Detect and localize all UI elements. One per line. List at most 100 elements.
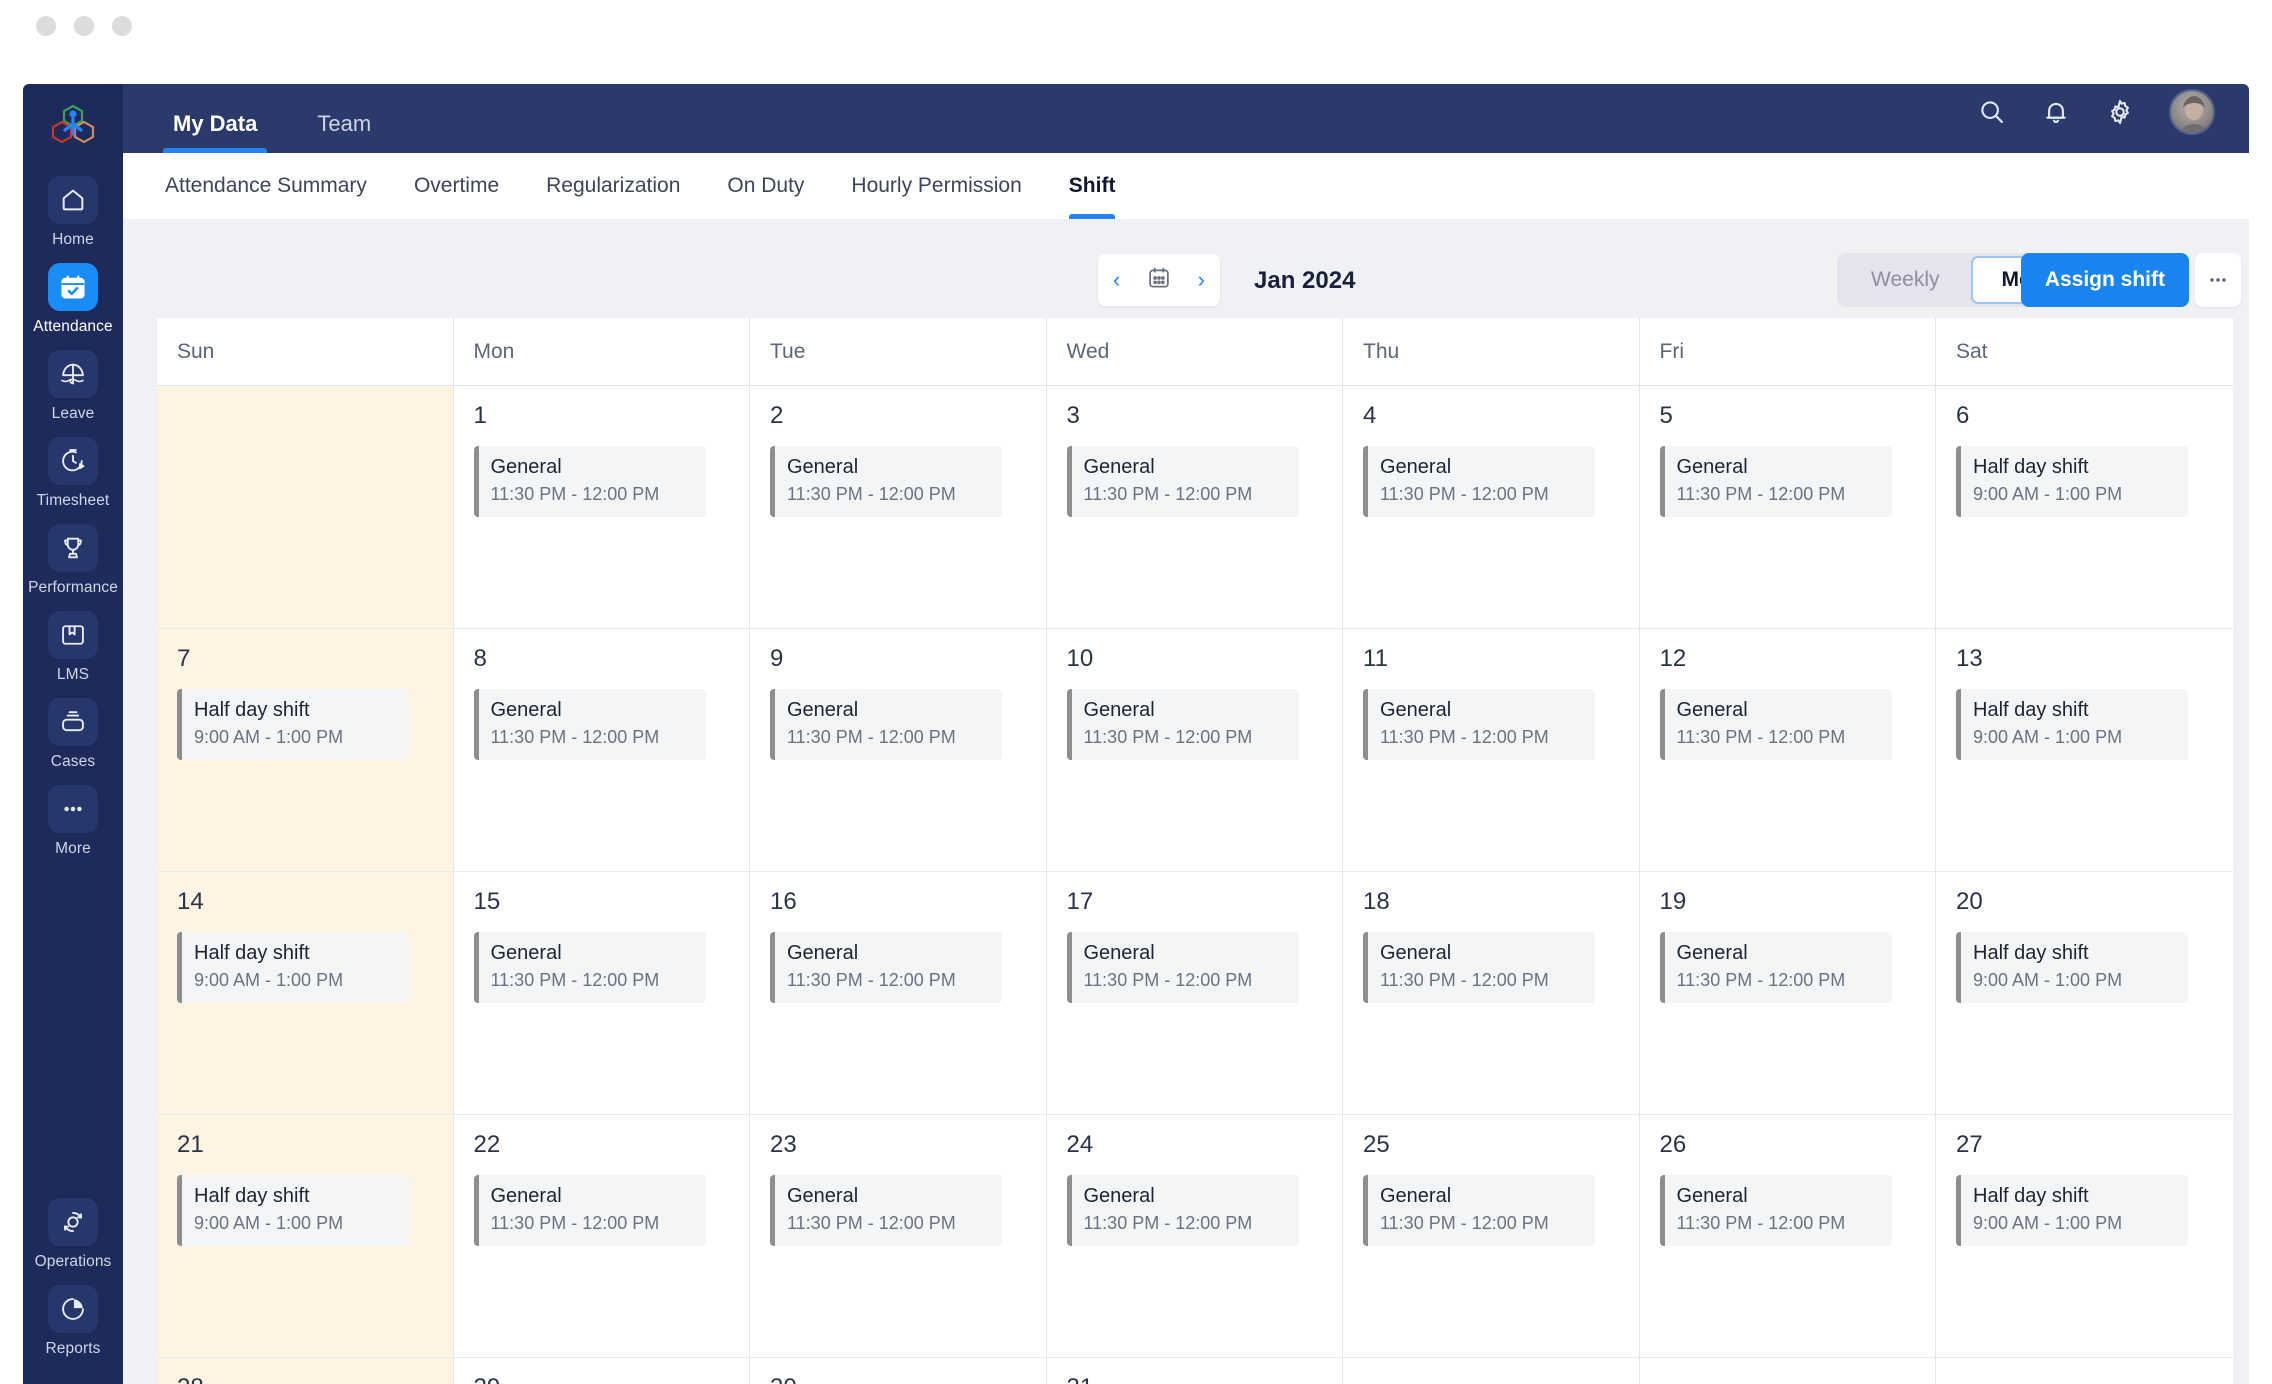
calendar-day-cell[interactable]: 30 [750, 1358, 1047, 1384]
shift-card[interactable]: General 11:30 PM - 12:00 PM [1363, 932, 1595, 1003]
sidebar-item-reports[interactable]: Reports [23, 1285, 123, 1358]
calendar-day-cell[interactable]: 20 Half day shift 9:00 AM - 1:00 PM [1936, 872, 2233, 1115]
calendar-day-cell[interactable] [1343, 1358, 1640, 1384]
calendar-day-cell[interactable]: 28 [157, 1358, 454, 1384]
sidebar-item-timesheet[interactable]: Timesheet [23, 437, 123, 510]
shift-card[interactable]: Half day shift 9:00 AM - 1:00 PM [177, 932, 409, 1003]
calendar-day-cell[interactable]: 3 General 11:30 PM - 12:00 PM [1046, 386, 1343, 629]
user-avatar[interactable] [2169, 89, 2215, 135]
calendar-day-cell[interactable]: 9 General 11:30 PM - 12:00 PM [750, 629, 1047, 872]
view-weekly-button[interactable]: Weekly [1840, 256, 1970, 304]
shift-name: Half day shift [1973, 456, 2089, 478]
calendar-day-cell[interactable]: 27 Half day shift 9:00 AM - 1:00 PM [1936, 1115, 2233, 1358]
shift-card[interactable]: General 11:30 PM - 12:00 PM [1659, 1175, 1892, 1246]
search-icon[interactable] [1977, 97, 2007, 127]
tab-team[interactable]: Team [307, 111, 381, 153]
calendar-day-cell[interactable]: 17 General 11:30 PM - 12:00 PM [1046, 872, 1343, 1115]
shift-card[interactable]: General 11:30 PM - 12:00 PM [1659, 446, 1892, 517]
shift-card[interactable]: General 11:30 PM - 12:00 PM [1066, 689, 1299, 760]
shift-card[interactable]: General 11:30 PM - 12:00 PM [1659, 932, 1892, 1003]
shift-card[interactable]: General 11:30 PM - 12:00 PM [1066, 446, 1299, 517]
shift-card[interactable]: General 11:30 PM - 12:00 PM [1363, 1175, 1595, 1246]
calendar-day-cell[interactable]: 13 Half day shift 9:00 AM - 1:00 PM [1936, 629, 2233, 872]
calendar-icon[interactable] [1146, 265, 1172, 296]
shift-card[interactable]: General 11:30 PM - 12:00 PM [1066, 1175, 1299, 1246]
sidebar-item-leave[interactable]: Leave [23, 350, 123, 423]
previous-month-button[interactable]: ‹ [1113, 269, 1120, 291]
shift-card[interactable]: General 11:30 PM - 12:00 PM [770, 689, 1002, 760]
shift-card[interactable]: Half day shift 9:00 AM - 1:00 PM [177, 1175, 409, 1246]
shift-card[interactable]: General 11:30 PM - 12:00 PM [473, 932, 706, 1003]
shift-card[interactable]: General 11:30 PM - 12:00 PM [1066, 932, 1299, 1003]
shift-card[interactable]: General 11:30 PM - 12:00 PM [473, 689, 706, 760]
shift-card[interactable]: General 11:30 PM - 12:00 PM [473, 1175, 706, 1246]
brand-logo-icon[interactable] [46, 100, 100, 154]
assign-shift-button[interactable]: Assign shift [2020, 253, 2189, 307]
day-number: 10 [1066, 645, 1094, 672]
calendar-day-cell[interactable] [1639, 1358, 1936, 1384]
calendar-day-cell[interactable]: 6 Half day shift 9:00 AM - 1:00 PM [1936, 386, 2233, 629]
shift-card[interactable]: General 11:30 PM - 12:00 PM [770, 446, 1002, 517]
sidebar-item-attendance[interactable]: Attendance [23, 263, 123, 336]
calendar-day-cell[interactable]: 11 General 11:30 PM - 12:00 PM [1343, 629, 1640, 872]
calendar-day-cell[interactable]: 2 General 11:30 PM - 12:00 PM [750, 386, 1047, 629]
subtab-on-duty[interactable]: On Duty [727, 153, 804, 219]
calendar-day-cell[interactable]: 4 General 11:30 PM - 12:00 PM [1343, 386, 1640, 629]
subtab-regularization[interactable]: Regularization [546, 153, 680, 219]
maximize-window-button[interactable] [112, 16, 132, 36]
sidebar-item-lms[interactable]: LMS [23, 611, 123, 684]
minimize-window-button[interactable] [74, 16, 94, 36]
sidebar-item-home[interactable]: Home [23, 176, 123, 249]
calendar-day-cell[interactable]: 12 General 11:30 PM - 12:00 PM [1639, 629, 1936, 872]
calendar-day-cell[interactable]: 31 [1046, 1358, 1343, 1384]
shift-card[interactable]: General 11:30 PM - 12:00 PM [770, 932, 1002, 1003]
sidebar-item-performance[interactable]: Performance [23, 524, 123, 597]
calendar-day-cell[interactable]: 23 General 11:30 PM - 12:00 PM [750, 1115, 1047, 1358]
subtab-overtime[interactable]: Overtime [414, 153, 499, 219]
tab-my-data[interactable]: My Data [163, 111, 268, 153]
notification-bell-icon[interactable] [2041, 97, 2071, 127]
calendar-day-cell[interactable]: 29 [453, 1358, 750, 1384]
calendar-day-cell[interactable]: 21 Half day shift 9:00 AM - 1:00 PM [157, 1115, 454, 1358]
shift-name: Half day shift [194, 1185, 310, 1207]
shift-card[interactable]: Half day shift 9:00 AM - 1:00 PM [1956, 446, 2188, 517]
shift-time: 11:30 PM - 12:00 PM [1380, 1213, 1549, 1233]
subtab-attendance-summary[interactable]: Attendance Summary [165, 153, 367, 219]
calendar-day-cell[interactable]: 24 General 11:30 PM - 12:00 PM [1046, 1115, 1343, 1358]
shift-card[interactable]: Half day shift 9:00 AM - 1:00 PM [1956, 932, 2188, 1003]
shift-card[interactable]: Half day shift 9:00 AM - 1:00 PM [1956, 689, 2188, 760]
toolbar-more-options-button[interactable] [2195, 253, 2241, 307]
shift-card[interactable]: Half day shift 9:00 AM - 1:00 PM [1956, 1175, 2188, 1246]
calendar-day-cell[interactable]: 5 General 11:30 PM - 12:00 PM [1639, 386, 1936, 629]
calendar-day-cell[interactable]: 19 General 11:30 PM - 12:00 PM [1639, 872, 1936, 1115]
sidebar-item-more[interactable]: More [23, 785, 123, 858]
shift-card[interactable]: General 11:30 PM - 12:00 PM [1363, 446, 1595, 517]
calendar-day-cell[interactable]: 16 General 11:30 PM - 12:00 PM [750, 872, 1047, 1115]
calendar-day-cell[interactable]: 25 General 11:30 PM - 12:00 PM [1343, 1115, 1640, 1358]
calendar-day-cell[interactable]: 10 General 11:30 PM - 12:00 PM [1046, 629, 1343, 872]
sidebar-item-cases[interactable]: Cases [23, 698, 123, 771]
subtab-shift[interactable]: Shift [1068, 153, 1115, 219]
calendar-day-cell[interactable]: 7 Half day shift 9:00 AM - 1:00 PM [157, 629, 454, 872]
calendar-day-cell[interactable]: 1 General 11:30 PM - 12:00 PM [453, 386, 750, 629]
calendar-day-cell[interactable]: 18 General 11:30 PM - 12:00 PM [1343, 872, 1640, 1115]
calendar-day-cell[interactable] [157, 386, 454, 629]
settings-gear-icon[interactable] [2105, 97, 2135, 127]
shift-card[interactable]: General 11:30 PM - 12:00 PM [1659, 689, 1892, 760]
shift-card[interactable]: Half day shift 9:00 AM - 1:00 PM [177, 689, 409, 760]
close-window-button[interactable] [36, 16, 56, 36]
shift-card[interactable]: General 11:30 PM - 12:00 PM [473, 446, 706, 517]
sidebar-item-operations[interactable]: Operations [23, 1198, 123, 1271]
calendar-day-cell[interactable]: 8 General 11:30 PM - 12:00 PM [453, 629, 750, 872]
calendar-day-cell[interactable]: 26 General 11:30 PM - 12:00 PM [1639, 1115, 1936, 1358]
calendar-day-cell[interactable] [1936, 1358, 2233, 1384]
calendar-day-cell[interactable]: 15 General 11:30 PM - 12:00 PM [453, 872, 750, 1115]
subtab-hourly-permission[interactable]: Hourly Permission [851, 153, 1021, 219]
calendar-day-cell[interactable]: 14 Half day shift 9:00 AM - 1:00 PM [157, 872, 454, 1115]
top-tab-bar: My Data Team [123, 84, 421, 153]
calendar-scroll-viewport[interactable]: Sun Mon Tue Wed Thu Fri Sat 1 General 11:3… [157, 318, 2233, 1384]
shift-card[interactable]: General 11:30 PM - 12:00 PM [1363, 689, 1595, 760]
shift-card[interactable]: General 11:30 PM - 12:00 PM [770, 1175, 1002, 1246]
next-month-button[interactable]: › [1198, 269, 1205, 291]
calendar-day-cell[interactable]: 22 General 11:30 PM - 12:00 PM [453, 1115, 750, 1358]
